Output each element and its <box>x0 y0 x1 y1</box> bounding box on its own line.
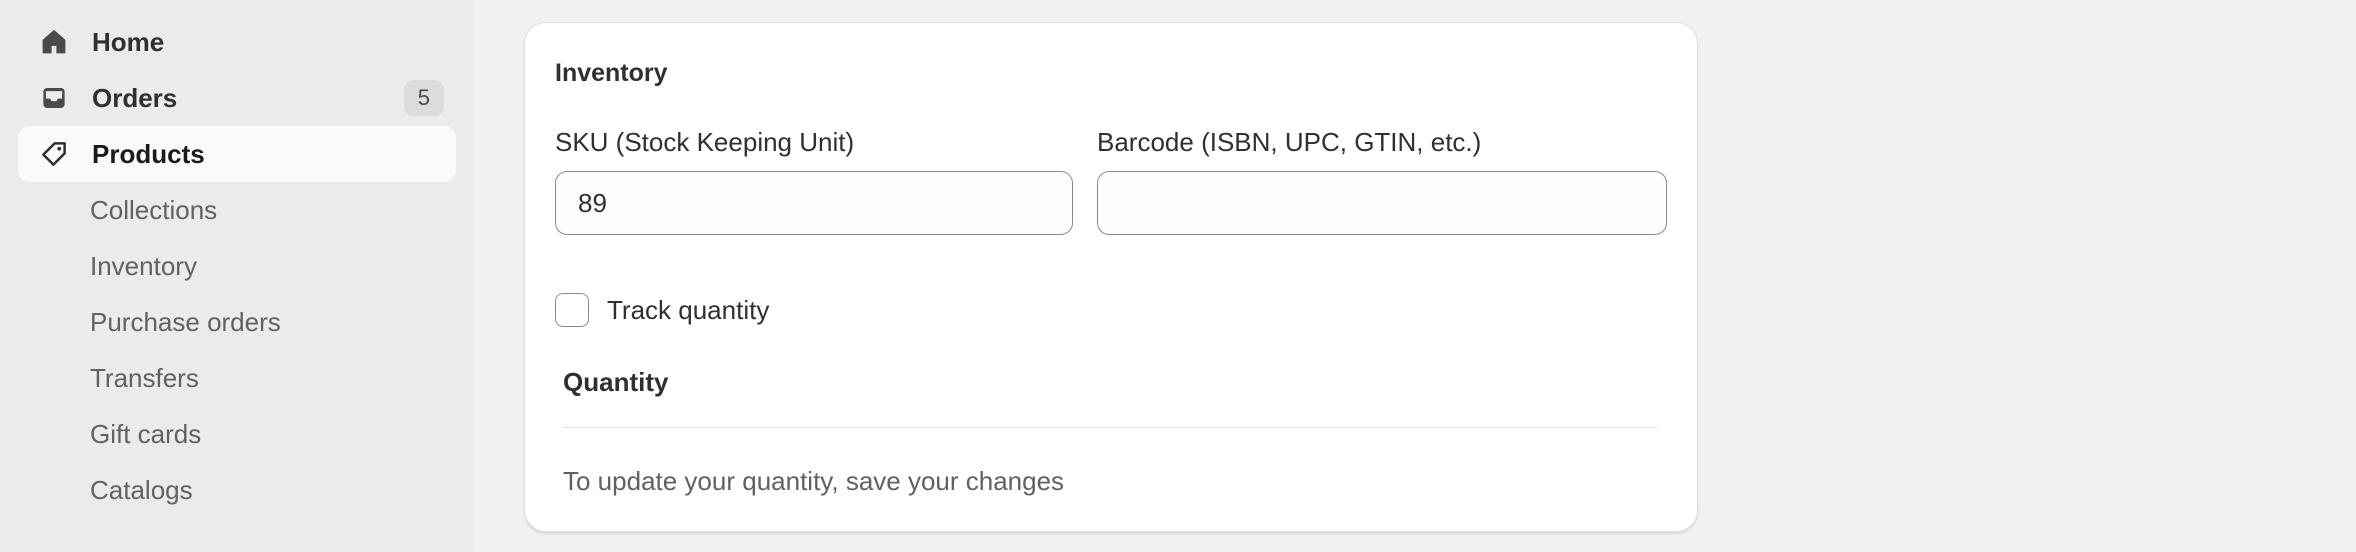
orders-count-badge: 5 <box>403 80 444 116</box>
main-content: Inventory SKU (Stock Keeping Unit) Barco… <box>474 0 2356 552</box>
barcode-field-group: Barcode (ISBN, UPC, GTIN, etc.) <box>1097 127 1667 235</box>
barcode-input[interactable] <box>1097 171 1667 235</box>
sidebar-item-label: Products <box>92 138 205 169</box>
sidebar-item-label: Orders <box>92 82 178 113</box>
barcode-label: Barcode (ISBN, UPC, GTIN, etc.) <box>1097 127 1482 157</box>
sidebar-item-home[interactable]: Home <box>18 14 456 70</box>
quantity-divider <box>563 427 1657 428</box>
sku-label: SKU (Stock Keeping Unit) <box>555 127 855 157</box>
sidebar-subitem-purchase-orders[interactable]: Purchase orders <box>18 294 456 350</box>
sidebar-item-label: Home <box>92 26 165 57</box>
track-quantity-toggle[interactable]: Track quantity <box>555 293 1667 327</box>
inventory-card: Inventory SKU (Stock Keeping Unit) Barco… <box>524 22 1698 532</box>
track-quantity-checkbox[interactable] <box>555 293 589 327</box>
inbox-icon <box>38 82 70 114</box>
inventory-fields: SKU (Stock Keeping Unit) Barcode (ISBN, … <box>555 127 1667 235</box>
sidebar-subitem-gift-cards[interactable]: Gift cards <box>18 406 456 462</box>
sidebar-subitem-collections[interactable]: Collections <box>18 182 456 238</box>
sidebar-item-orders[interactable]: Orders 5 <box>18 70 456 126</box>
sku-input[interactable] <box>555 171 1073 235</box>
sidebar-subitem-transfers[interactable]: Transfers <box>18 350 456 406</box>
sidebar-subitem-catalogs[interactable]: Catalogs <box>18 462 456 518</box>
quantity-hint: To update your quantity, save your chang… <box>563 466 1065 496</box>
inventory-card-title: Inventory <box>555 59 668 87</box>
sidebar-item-products[interactable]: Products <box>18 126 456 182</box>
home-icon <box>38 26 70 58</box>
app: Home Orders 5 Products Collections Inven… <box>0 0 2356 552</box>
quantity-heading: Quantity <box>563 367 669 397</box>
sidebar: Home Orders 5 Products Collections Inven… <box>0 0 474 552</box>
sku-field-group: SKU (Stock Keeping Unit) <box>555 127 1073 235</box>
tag-icon <box>38 138 70 170</box>
track-quantity-label: Track quantity <box>607 294 770 325</box>
sidebar-subitem-inventory[interactable]: Inventory <box>18 238 456 294</box>
